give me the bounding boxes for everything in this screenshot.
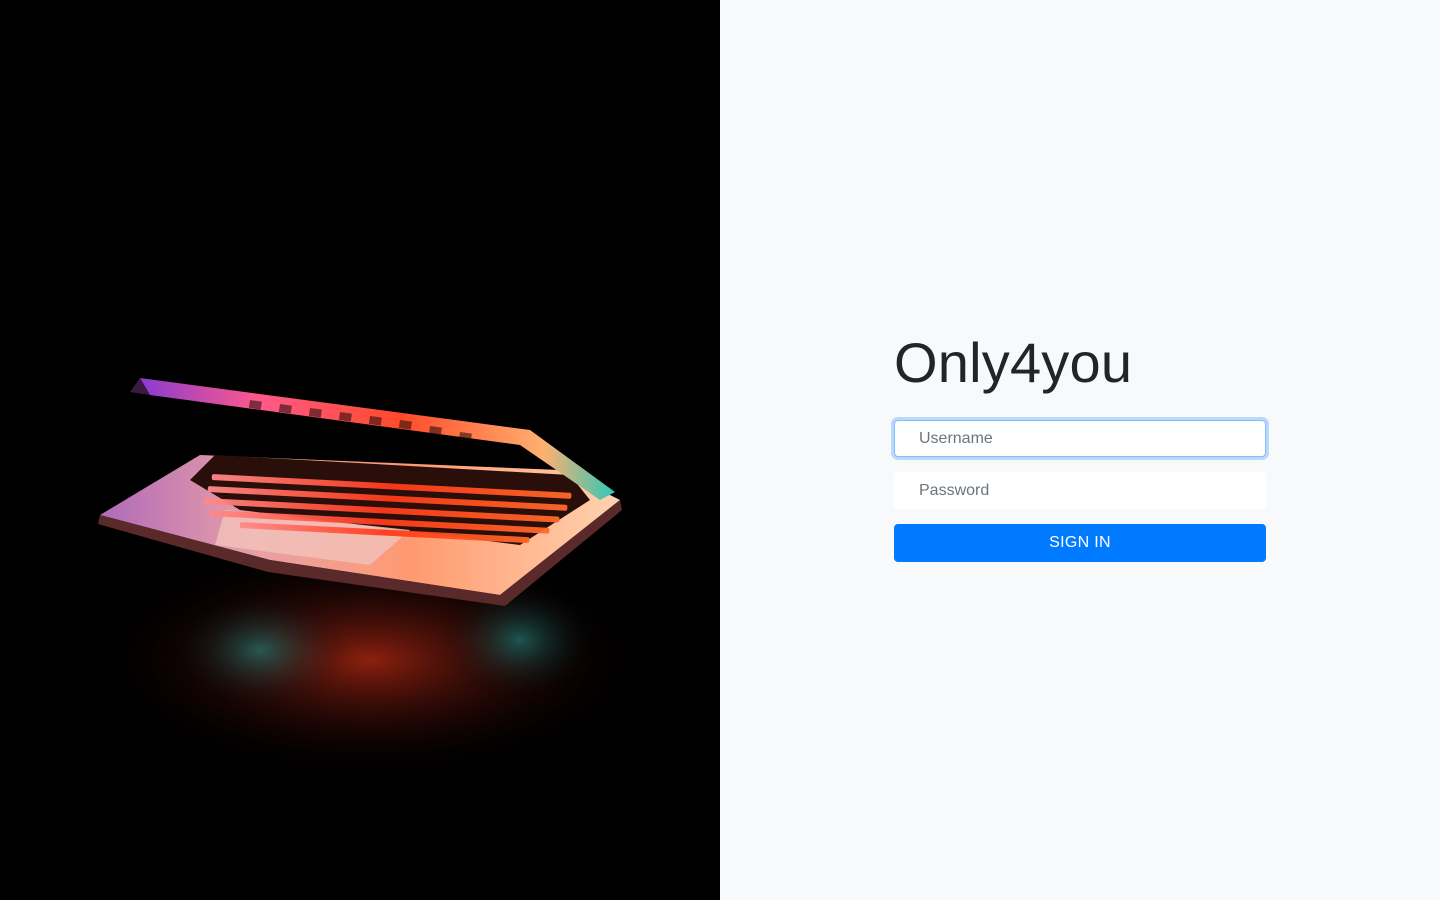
brand-title: Only4you — [894, 331, 1133, 394]
laptop-illustration — [90, 378, 650, 780]
login-page: Only4you SIGN IN — [0, 0, 1440, 900]
login-form: Only4you SIGN IN — [894, 330, 1266, 562]
username-input[interactable] — [894, 420, 1266, 457]
login-panel: Only4you SIGN IN — [720, 0, 1440, 900]
hero-image-panel — [0, 0, 720, 900]
sign-in-button[interactable]: SIGN IN — [894, 524, 1266, 562]
password-input[interactable] — [894, 472, 1266, 509]
